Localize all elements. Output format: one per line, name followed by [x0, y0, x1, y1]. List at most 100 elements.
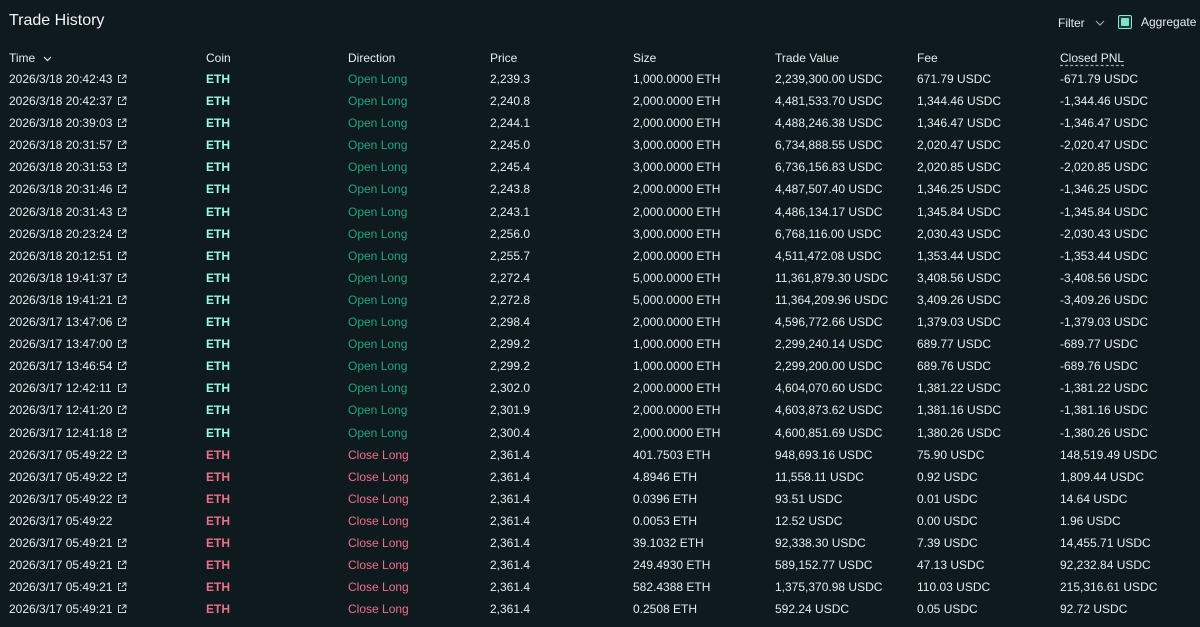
trade-value: 4,486,134.17 USDC — [775, 204, 883, 219]
trade-closed-pnl: 215,316.61 USDC — [1060, 580, 1158, 595]
table-row: 2026/3/17 13:46:54 ETH Open Long 2,299.2 1,0… — [0, 355, 1200, 377]
trade-time: 2026/3/17 05:49:22 — [9, 492, 127, 507]
trade-value: 6,768,116.00 USDC — [775, 226, 882, 241]
trade-fee: 110.03 USDC — [917, 580, 991, 595]
trade-coin: ETH — [206, 469, 230, 484]
external-link-icon[interactable] — [117, 73, 127, 87]
trade-coin: ETH — [206, 513, 230, 528]
column-header-fee[interactable]: Fee — [917, 51, 938, 65]
trade-size: 2,000.0000 ETH — [633, 204, 721, 219]
trade-fee: 1,345.84 USDC — [917, 204, 1002, 219]
external-link-icon[interactable] — [117, 382, 127, 396]
trade-fee: 1,381.22 USDC — [917, 381, 1002, 396]
column-header-trade-value[interactable]: Trade Value — [775, 51, 839, 65]
table-row: 2026/3/18 20:31:46 ETH Open Long 2,243.8 2,0… — [0, 178, 1200, 200]
column-header-direction[interactable]: Direction — [348, 51, 395, 65]
external-link-icon[interactable] — [117, 183, 127, 197]
external-link-icon[interactable] — [117, 316, 127, 330]
external-link-icon[interactable] — [117, 206, 127, 220]
external-link-icon[interactable] — [117, 161, 127, 175]
external-link-icon[interactable] — [117, 449, 127, 463]
column-header-time[interactable]: Time — [9, 51, 52, 65]
trade-price: 2,239.3 — [490, 72, 531, 86]
table-row: 2026/3/18 20:42:37 ETH Open Long 2,240.8 2,0… — [0, 90, 1200, 112]
trade-price: 2,244.1 — [490, 116, 531, 131]
trade-time-text: 2026/3/18 20:31:43 — [9, 204, 113, 219]
trade-direction: Open Long — [348, 337, 408, 352]
trade-direction: Open Long — [348, 94, 408, 109]
table-row: 2026/3/17 12:41:20 ETH Open Long 2,301.9 2,0… — [0, 399, 1200, 421]
external-link-icon[interactable] — [117, 117, 127, 131]
trade-time-text: 2026/3/18 20:31:57 — [9, 138, 113, 153]
trade-time: 2026/3/18 20:39:03 — [9, 116, 127, 131]
trade-time-text: 2026/3/17 05:49:22 — [9, 447, 113, 462]
trade-coin: ETH — [206, 535, 230, 550]
trade-direction: Open Long — [348, 226, 408, 241]
trade-closed-pnl: -689.77 USDC — [1060, 337, 1139, 352]
trade-value: 4,487,507.40 USDC — [775, 182, 883, 197]
external-link-icon[interactable] — [117, 272, 127, 286]
trade-fee: 689.76 USDC — [917, 359, 992, 374]
external-link-icon[interactable] — [117, 139, 127, 153]
trade-price: 2,240.8 — [490, 94, 531, 109]
external-link-icon[interactable] — [117, 294, 127, 308]
trade-time-text: 2026/3/17 13:47:00 — [9, 337, 113, 352]
trade-time-text: 2026/3/17 05:49:21 — [9, 580, 113, 595]
column-header-closed-pnl[interactable]: Closed PNL — [1060, 51, 1124, 65]
trade-fee: 0.05 USDC — [917, 602, 978, 617]
trade-value: 2,299,240.14 USDC — [775, 337, 883, 352]
trade-time: 2026/3/17 05:49:21 — [9, 602, 127, 617]
trade-coin: ETH — [206, 403, 230, 418]
external-link-icon[interactable] — [117, 471, 127, 485]
trade-value: 4,600,851.69 USDC — [775, 425, 883, 440]
table-row: 2026/3/17 05:49:22 ETH Close Long 2,361.4 0.… — [0, 510, 1200, 532]
trade-direction: Open Long — [348, 403, 408, 418]
trade-size: 0.2508 ETH — [633, 602, 698, 617]
trade-value: 4,488,246.38 USDC — [775, 116, 883, 131]
external-link-icon[interactable] — [117, 228, 127, 242]
filter-dropdown[interactable]: Filter — [1058, 16, 1105, 30]
external-link-icon[interactable] — [117, 493, 127, 507]
aggregate-toggle[interactable]: Aggregate — [1118, 15, 1196, 29]
trade-time-text: 2026/3/17 05:49:21 — [9, 558, 113, 573]
external-link-icon[interactable] — [117, 581, 127, 595]
trade-size: 2,000.0000 ETH — [633, 425, 721, 440]
trade-time: 2026/3/18 19:41:21 — [9, 293, 127, 308]
external-link-icon[interactable] — [117, 603, 127, 617]
trade-direction: Close Long — [348, 491, 409, 506]
external-link-icon[interactable] — [117, 404, 127, 418]
trade-price: 2,361.4 — [490, 602, 531, 617]
trade-coin: ETH — [206, 160, 230, 175]
column-header-price[interactable]: Price — [490, 51, 517, 65]
column-header-size[interactable]: Size — [633, 51, 656, 65]
trade-closed-pnl: -689.76 USDC — [1060, 359, 1139, 374]
external-link-icon[interactable] — [117, 95, 127, 109]
trade-time-text: 2026/3/18 20:31:46 — [9, 182, 113, 197]
trade-direction: Close Long — [348, 602, 409, 617]
trade-coin: ETH — [206, 580, 230, 595]
trade-size: 2,000.0000 ETH — [633, 182, 721, 197]
trade-closed-pnl: 92,232.84 USDC — [1060, 558, 1151, 573]
external-link-icon[interactable] — [117, 360, 127, 374]
external-link-icon[interactable] — [117, 537, 127, 551]
trade-fee: 0.01 USDC — [917, 491, 978, 506]
trade-coin: ETH — [206, 182, 230, 197]
external-link-icon[interactable] — [117, 559, 127, 573]
aggregate-checkbox[interactable] — [1118, 15, 1132, 29]
trade-price: 2,272.4 — [490, 270, 531, 285]
external-link-icon[interactable] — [117, 427, 127, 441]
column-header-coin[interactable]: Coin — [206, 51, 231, 65]
external-link-icon[interactable] — [117, 338, 127, 352]
trade-fee: 0.00 USDC — [917, 513, 978, 528]
trade-time-text: 2026/3/18 20:39:03 — [9, 116, 113, 131]
trade-time: 2026/3/17 05:49:21 — [9, 580, 127, 595]
table-row: 2026/3/17 05:49:21 ETH Close Long 2,361.4 58… — [0, 576, 1200, 598]
trade-closed-pnl: 92.72 USDC — [1060, 602, 1128, 617]
table-row: 2026/3/17 05:49:21 ETH Close Long 2,361.4 39… — [0, 532, 1200, 554]
trade-fee: 1,379.03 USDC — [917, 315, 1002, 330]
trade-value: 2,239,300.00 USDC — [775, 72, 883, 86]
trade-fee: 1,346.47 USDC — [917, 116, 1002, 131]
table-row: 2026/3/17 05:49:21 ETH Close Long 2,361.4 24… — [0, 554, 1200, 576]
external-link-icon[interactable] — [117, 250, 127, 264]
trade-time-text: 2026/3/18 20:42:43 — [9, 72, 113, 86]
